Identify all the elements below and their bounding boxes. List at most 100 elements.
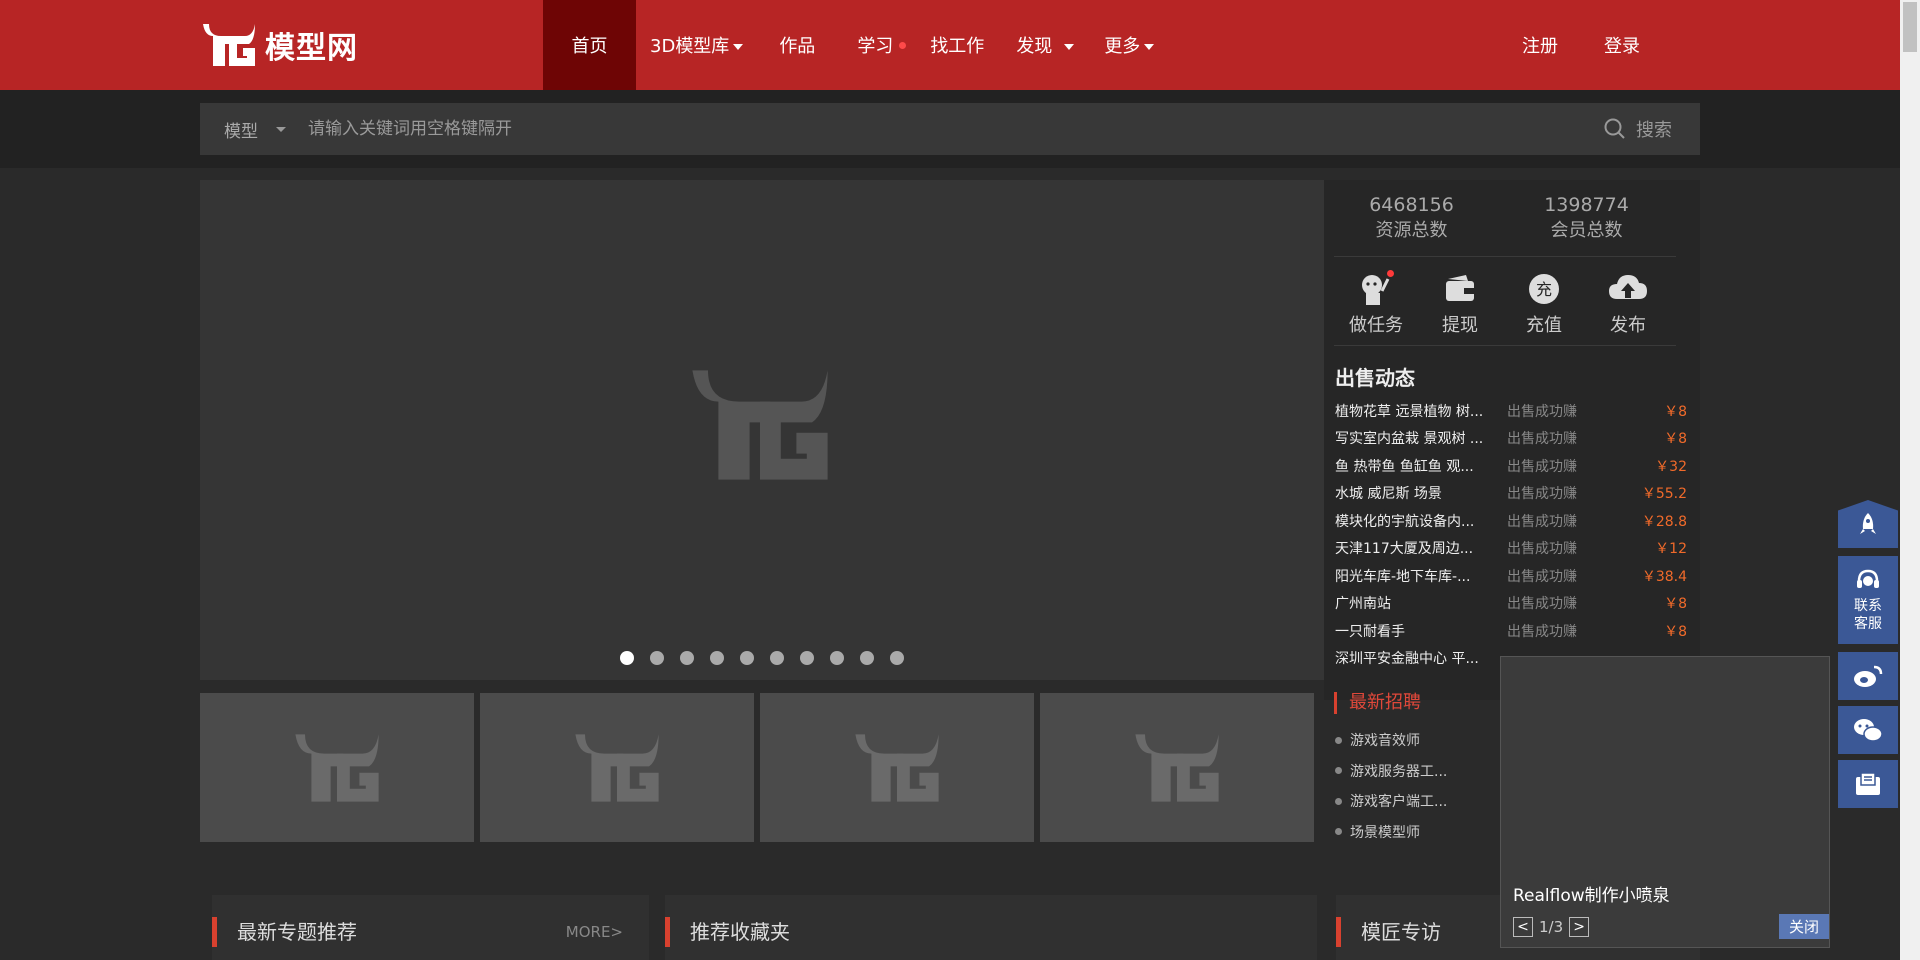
action-withdraw[interactable]: 提现 (1418, 267, 1502, 337)
cg-placeholder-icon (855, 733, 939, 802)
sale-item[interactable]: 植物花草 远景植物 树... 出售成功赚 ￥8 (1335, 397, 1700, 425)
thumbnail-card[interactable] (760, 693, 1034, 842)
notification-dot (1387, 270, 1394, 277)
jobs-title: 最新招聘 (1334, 692, 1421, 714)
sale-title: 阳光车库-地下车库-... (1335, 568, 1471, 585)
nav-more[interactable]: 更多 (1090, 0, 1168, 90)
job-item[interactable]: 场景模型师 (1335, 817, 1447, 848)
caret-down-icon (1064, 43, 1075, 50)
sale-item[interactable]: 写实室内盆栽 景观树 ... 出售成功赚 ￥8 (1335, 425, 1700, 453)
sale-price: ￥12 (1655, 541, 1687, 558)
site-stats: 6468156 资源总数 1398774 会员总数 (1324, 180, 1700, 244)
sale-item[interactable]: 阳光车库-地下车库-... 出售成功赚 ￥38.4 (1335, 562, 1700, 590)
sale-item[interactable]: 天津117大厦及周边... 出售成功赚 ￥12 (1335, 535, 1700, 563)
scrollbar-thumb[interactable] (1903, 2, 1917, 52)
carousel-dot[interactable] (890, 651, 904, 665)
main-nav: 首页 3D模型库 作品 学习 找工作 发现 更多 (543, 0, 1168, 90)
search-input[interactable] (306, 118, 1604, 140)
sale-status: 出售成功赚 (1507, 541, 1577, 558)
job-item[interactable]: 游戏音效师 (1335, 725, 1447, 756)
prev-button[interactable]: < (1513, 917, 1533, 937)
action-recharge[interactable]: 充 充值 (1502, 267, 1586, 337)
more-link[interactable]: MORE> (566, 923, 623, 941)
carousel-dot[interactable] (830, 651, 844, 665)
nav-learn-label: 学习 (857, 36, 894, 57)
carousel-dot[interactable] (770, 651, 784, 665)
weibo-button[interactable] (1838, 652, 1898, 700)
nav-discover[interactable]: 发现 (1000, 0, 1090, 90)
login-link[interactable]: 登录 (1604, 32, 1640, 58)
nav-learn[interactable]: 学习 (837, 0, 914, 90)
recharge-icon: 充 (1529, 274, 1559, 304)
job-item[interactable]: 游戏服务器工... (1335, 756, 1447, 787)
job-item[interactable]: 游戏客户端工... (1335, 786, 1447, 817)
sale-item[interactable]: 广州南站 出售成功赚 ￥8 (1335, 590, 1700, 618)
register-link[interactable]: 注册 (1522, 32, 1558, 58)
video-popup: Realflow制作小喷泉 < 1/3 > 关闭 (1500, 656, 1830, 948)
auth-links: 注册 登录 (1522, 0, 1640, 90)
nav-home[interactable]: 首页 (543, 0, 636, 90)
upload-cloud-icon (1609, 275, 1647, 299)
popup-page-indicator: 1/3 (1539, 918, 1564, 936)
back-to-top-button[interactable] (1838, 500, 1898, 548)
sale-title: 写实室内盆栽 景观树 ... (1335, 431, 1484, 448)
nav-3d-models[interactable]: 3D模型库 (636, 0, 757, 90)
scrollbar[interactable] (1900, 0, 1920, 960)
sale-item[interactable]: 一只耐看手 出售成功赚 ￥8 (1335, 617, 1700, 645)
carousel-dot[interactable] (710, 651, 724, 665)
thumbnail-card[interactable] (200, 693, 474, 842)
search-type-select[interactable]: 模型 (224, 117, 292, 142)
nav-discover-label: 发现 (1016, 36, 1053, 57)
cg-placeholder-icon (692, 370, 828, 480)
action-publish-label: 发布 (1610, 315, 1646, 336)
sale-title: 鱼 热带鱼 鱼缸鱼 观... (1335, 458, 1474, 475)
search-bar: 模型 搜索 (200, 103, 1700, 155)
headset-icon (1857, 569, 1879, 588)
stat-resources-label: 资源总数 (1375, 220, 1448, 241)
panel-favorites: 推荐收藏夹 (665, 895, 1317, 960)
message-button[interactable] (1838, 760, 1898, 808)
sale-price: ￥8 (1664, 596, 1687, 613)
customer-service-button[interactable]: 联系 客服 (1838, 556, 1898, 644)
sale-item[interactable]: 鱼 热带鱼 鱼缸鱼 观... 出售成功赚 ￥32 (1335, 452, 1700, 480)
site-logo[interactable]: 模型网 (199, 18, 358, 72)
close-button[interactable]: 关闭 (1778, 914, 1829, 939)
carousel-dot[interactable] (860, 651, 874, 665)
carousel-dot[interactable] (740, 651, 754, 665)
action-task[interactable]: 做任务 (1334, 267, 1418, 337)
quick-actions: 做任务 提现 充 充值 发布 (1324, 257, 1700, 337)
action-recharge-label: 充值 (1526, 315, 1562, 336)
sale-status: 出售成功赚 (1507, 431, 1577, 448)
sale-item[interactable]: 模块化的宇航设备内... 出售成功赚 ￥28.8 (1335, 507, 1700, 535)
popup-title[interactable]: Realflow制作小喷泉 (1513, 881, 1670, 906)
search-button-label: 搜索 (1636, 120, 1672, 141)
sales-list: 植物花草 远景植物 树... 出售成功赚 ￥8 写实室内盆栽 景观树 ... 出售成功… (1335, 397, 1700, 672)
wechat-button[interactable] (1838, 706, 1898, 754)
weibo-icon (1854, 665, 1883, 687)
panel-interviews-title: 模匠专访 (1336, 917, 1441, 947)
carousel-dots (620, 651, 904, 665)
carousel-dot[interactable] (650, 651, 664, 665)
thumbnail-card[interactable] (480, 693, 754, 842)
popup-pager: < 1/3 > (1513, 917, 1590, 937)
sales-title: 出售动态 (1335, 366, 1415, 390)
nav-works-label: 作品 (779, 36, 816, 57)
carousel-dot[interactable] (680, 651, 694, 665)
hero-carousel[interactable] (200, 180, 1324, 680)
next-button[interactable]: > (1569, 917, 1590, 937)
nav-works[interactable]: 作品 (757, 0, 837, 90)
carousel-dot[interactable] (620, 651, 634, 665)
jobs-list: 游戏音效师 游戏服务器工... 游戏客户端工... 场景模型师 (1335, 725, 1447, 847)
wechat-icon (1854, 719, 1883, 742)
thumbnail-card[interactable] (1040, 693, 1314, 842)
caret-down-icon (276, 126, 286, 132)
carousel-dot[interactable] (800, 651, 814, 665)
sale-item[interactable]: 水城 威尼斯 场景 出售成功赚 ￥55.2 (1335, 480, 1700, 508)
search-type-label: 模型 (224, 121, 258, 142)
nav-jobs[interactable]: 找工作 (914, 0, 1000, 90)
nav-more-label: 更多 (1104, 36, 1141, 57)
search-button[interactable]: 搜索 (1604, 116, 1672, 142)
stat-members-label: 会员总数 (1550, 220, 1623, 241)
search-icon (1604, 118, 1625, 139)
action-publish[interactable]: 发布 (1586, 267, 1670, 337)
